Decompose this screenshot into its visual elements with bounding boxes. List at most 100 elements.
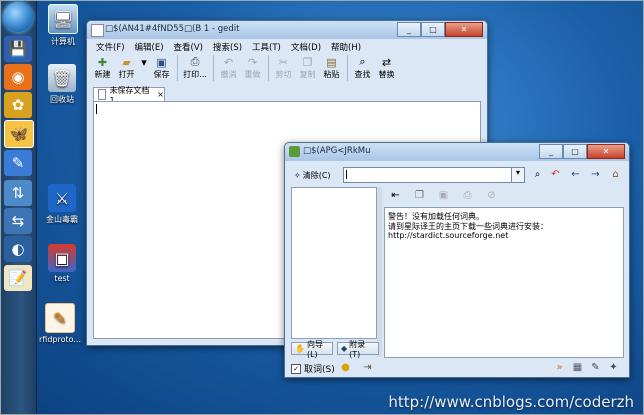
transfer-icon[interactable]: ⇆ xyxy=(4,208,32,234)
jump-icon[interactable]: ⇤ xyxy=(389,189,402,202)
toolbar-separator xyxy=(213,55,214,81)
maximize-button[interactable]: □ xyxy=(563,144,587,159)
appendix-icon: ◆ xyxy=(341,344,348,353)
wrench-icon[interactable]: ✦ xyxy=(607,361,620,374)
save-icon: ▣ xyxy=(156,55,167,69)
menu-view[interactable]: 查看(V) xyxy=(169,40,208,54)
toolbar-separator xyxy=(347,55,348,81)
notes-icon[interactable]: 📝 xyxy=(4,265,32,291)
window-title: □$(AN41#4fND55□(B 1 - gedit xyxy=(105,24,240,34)
new-icon: ✚ xyxy=(97,55,108,69)
desktop-icon-recycle-bin[interactable]: 🗑 回收站 xyxy=(40,64,84,105)
find-icon[interactable]: ⌕ xyxy=(531,168,544,181)
network-icon[interactable]: ⇅ xyxy=(4,180,32,206)
find-button[interactable]: ⌕ 查找 xyxy=(351,55,374,80)
stardict-window: □$(APG<JRkMu _ □ ✕ ✧ 清除(C) ▾ ⌕ ↶ ← → ⌂ ⇤ … xyxy=(284,142,630,378)
paste-icon: ▤ xyxy=(326,55,337,69)
recycle-bin-icon: 🗑 xyxy=(48,64,76,92)
splitter[interactable] xyxy=(377,187,382,357)
clear-icon: ⊘ xyxy=(487,190,496,201)
toolbar-separator xyxy=(268,55,269,81)
desktop-icon-label: test xyxy=(54,274,70,283)
settings-icon[interactable]: ✎ xyxy=(589,361,602,374)
new-button[interactable]: ✚ 新建 xyxy=(91,55,114,80)
dictmanage-icon[interactable]: » xyxy=(553,361,566,374)
print-button[interactable]: ⎙ 打印... xyxy=(181,55,209,80)
minimize-button[interactable]: _ xyxy=(539,144,563,159)
copy-icon[interactable]: ❐ xyxy=(413,189,426,202)
firefox-icon[interactable]: ◉ xyxy=(4,64,32,90)
desktop-icon-label: 回收站 xyxy=(50,95,74,104)
circle-icon[interactable]: ◐ xyxy=(4,236,32,262)
open-icon: ▰ xyxy=(122,55,131,69)
replace-button[interactable]: ⇄ 替换 xyxy=(375,55,398,80)
close-button[interactable]: ✕ xyxy=(445,22,483,37)
menu-edit[interactable]: 编辑(E) xyxy=(130,40,169,54)
text-cursor xyxy=(346,170,347,179)
start-button[interactable] xyxy=(3,2,33,32)
tab-untitled[interactable]: 未保存文档 1 × xyxy=(93,86,165,105)
menubar: 文件(F) 编辑(E) 查看(V) 搜索(S) 工具(T) 文档(D) 帮助(H… xyxy=(91,40,483,54)
stardict-titlebar[interactable]: □$(APG<JRkMu _ □ ✕ xyxy=(285,143,629,161)
open-button[interactable]: ▰ 打开 xyxy=(115,55,138,80)
redo-button[interactable]: ↷ 重做 xyxy=(241,55,264,80)
next-icon[interactable]: → xyxy=(589,168,602,181)
cut-icon: ✂ xyxy=(278,55,289,69)
word-list[interactable] xyxy=(291,187,377,339)
exit-icon[interactable]: ⇥ xyxy=(361,361,374,374)
desktop-icon-antivirus[interactable]: ⚔ 金山毒霸 xyxy=(40,184,84,225)
chevron-down-icon[interactable]: ▾ xyxy=(511,168,524,182)
stardict-app-icon xyxy=(289,146,300,157)
menu-search[interactable]: 搜索(S) xyxy=(208,40,247,54)
floppy-icon[interactable]: 💾 xyxy=(4,36,32,62)
sound-icon[interactable]: ▦ xyxy=(571,361,584,374)
print-icon: ⎙ xyxy=(190,55,200,68)
antivirus-icon: ⚔ xyxy=(48,184,76,212)
butterfly-icon[interactable]: 🦋 xyxy=(4,120,34,148)
home-icon[interactable]: ⌂ xyxy=(609,168,622,181)
text-cursor xyxy=(96,104,97,114)
guide-button[interactable]: ✋ 向导(L) xyxy=(291,340,333,359)
appendix-button[interactable]: ◆ 附录(T) xyxy=(337,340,379,359)
menu-help[interactable]: 帮助(H) xyxy=(326,40,366,54)
toolbar: ✚ 新建 ▰ 打开 ▾ ▣ 保存 ⎙ 打印... ↶ 撤消 ↷ 重做 ✂ 剪切 ❐ 复制 ▤ 粘贴… xyxy=(91,55,483,85)
prev-icon[interactable]: ← xyxy=(569,168,582,181)
pen-icon[interactable]: ✎ xyxy=(4,150,32,176)
minimize-button[interactable]: _ xyxy=(397,22,421,37)
copy-button[interactable]: ❐ 复制 xyxy=(296,55,319,80)
app-icon: ▣ xyxy=(48,244,76,272)
definition-pane[interactable]: 警告！没有加载任何词典。 请到星际译王的主页下载一些词典进行安装： http:/… xyxy=(384,207,624,358)
undo-button[interactable]: ↶ 撤消 xyxy=(217,55,240,80)
document-icon xyxy=(98,89,107,100)
undo-icon: ↶ xyxy=(223,55,234,69)
menu-tools[interactable]: 工具(T) xyxy=(247,40,286,54)
app-icon[interactable]: ✿ xyxy=(4,92,32,118)
clear-button[interactable]: ✧ 清除(C) xyxy=(291,167,339,183)
search-input[interactable]: ▾ xyxy=(343,167,525,183)
desktop-icon-computer[interactable]: 🖥 计算机 xyxy=(41,4,85,47)
tabbar: 未保存文档 1 × xyxy=(91,86,483,105)
save-button[interactable]: ▣ 保存 xyxy=(150,55,173,80)
gedit-app-icon xyxy=(91,24,104,37)
scan-checkbox[interactable]: ✓ 取词(S) xyxy=(291,362,335,375)
replace-icon: ⇄ xyxy=(381,55,392,69)
desktop-icon-test[interactable]: ▣ test xyxy=(40,244,84,283)
menu-documents[interactable]: 文档(D) xyxy=(286,40,326,54)
back-icon[interactable]: ↶ xyxy=(549,168,562,181)
checkbox-checked-icon: ✓ xyxy=(291,363,301,374)
close-button[interactable]: ✕ xyxy=(587,144,625,159)
redo-icon: ↷ xyxy=(247,55,258,69)
paste-button[interactable]: ▤ 粘贴 xyxy=(320,55,343,80)
find-icon: ⌕ xyxy=(359,55,366,68)
copy-icon: ❐ xyxy=(302,55,313,69)
toolbar-separator xyxy=(177,55,178,81)
maximize-button[interactable]: □ xyxy=(421,22,445,37)
desktop-icon-pdf[interactable]: ✎ rfidproto... xyxy=(38,303,82,344)
open-dropdown[interactable]: ▾ xyxy=(139,55,149,69)
cut-button[interactable]: ✂ 剪切 xyxy=(272,55,295,80)
definition-link[interactable]: http://stardict.sourceforge.net xyxy=(388,231,508,240)
menu-file[interactable]: 文件(F) xyxy=(91,40,130,54)
bulb-icon[interactable]: ● xyxy=(339,361,352,374)
tab-close-icon[interactable]: × xyxy=(157,90,164,99)
gedit-titlebar[interactable]: □$(AN41#4fND55□(B 1 - gedit _ □ ✕ xyxy=(87,21,487,39)
